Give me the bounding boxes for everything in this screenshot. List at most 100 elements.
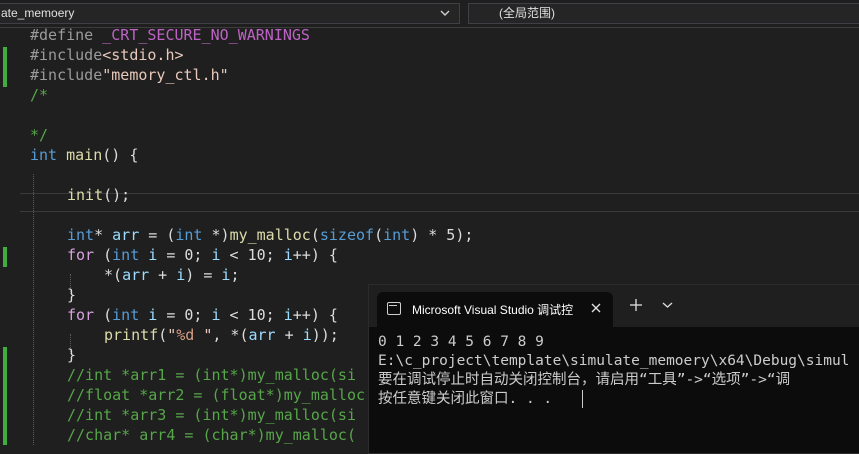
punctuation: ( — [94, 246, 113, 264]
variable: arr — [248, 326, 276, 344]
console-tab-title: Microsoft Visual Studio 调试控 — [412, 303, 574, 317]
file-dropdown[interactable]: ate_memoery — [0, 3, 460, 24]
code-line-malloc[interactable]: int* arr = (int *)my_malloc(sizeof(int) … — [67, 225, 473, 245]
punctuation: * — [94, 226, 113, 244]
punctuation: ; — [230, 266, 240, 284]
terminal-icon — [387, 302, 401, 315]
code-line-close-brace[interactable]: } — [67, 345, 76, 365]
code-line-close-brace[interactable]: } — [67, 285, 76, 305]
punctuation: < 10; — [220, 246, 284, 264]
keyword: int — [112, 306, 140, 324]
preprocessor-directive: #include — [30, 46, 103, 64]
variable: i — [211, 246, 221, 264]
chevron-down-icon — [440, 10, 450, 16]
code-line-main[interactable]: int main() { — [30, 145, 138, 165]
punctuation: = ( — [139, 226, 176, 244]
punctuation: )); — [311, 326, 339, 344]
keyword: int — [383, 226, 411, 244]
variable: i — [302, 326, 312, 344]
console-output-line: 0 1 2 3 4 5 6 7 8 9 — [378, 334, 544, 350]
variable: i — [148, 306, 158, 324]
chevron-down-icon[interactable] — [662, 301, 673, 309]
scope-dropdown[interactable]: (全局范围) — [468, 3, 859, 24]
code-line-for-loop-1[interactable]: for (int i = 0; i < 10; i++) { — [67, 245, 338, 265]
change-marker — [3, 47, 7, 87]
include-path: <stdio.h> — [102, 46, 184, 64]
punctuation — [139, 246, 148, 264]
code-line-for-loop-2[interactable]: for (int i = 0; i < 10; i++) { — [67, 305, 338, 325]
punctuation: *( — [104, 266, 123, 284]
variable: i — [176, 266, 186, 284]
code-line-comment[interactable]: //int *arr1 = (int*)my_malloc(si — [67, 365, 356, 385]
code-line-assign[interactable]: *(arr + i) = i; — [104, 265, 239, 285]
punctuation: () { — [102, 146, 139, 164]
punctuation: ++) { — [292, 246, 338, 264]
code-line-comment-close[interactable]: */ — [30, 125, 48, 145]
code-line-comment[interactable]: //char* arr4 = (char*)my_malloc( — [67, 425, 356, 445]
code-line-comment[interactable]: //int *arr3 = (int*)my_malloc(si — [67, 405, 356, 425]
console-output-line: 要在调试停止时自动关闭控制台，请启用“工具”->“选项”->“调 — [378, 372, 791, 388]
current-line-highlight — [20, 193, 859, 212]
console-tab-strip: Microsoft Visual Studio 调试控 — [369, 285, 859, 327]
string-literal: " — [194, 326, 213, 344]
preprocessor-directive: #define — [30, 27, 103, 44]
close-icon[interactable] — [590, 302, 602, 314]
change-marker — [3, 247, 7, 267]
text-cursor — [582, 390, 583, 408]
code-line-include-stdio[interactable]: #include<stdio.h> — [30, 45, 184, 65]
punctuation: + — [149, 266, 177, 284]
format-specifier: %d — [176, 326, 195, 344]
punctuation: ( — [310, 226, 320, 244]
punctuation: *) — [202, 226, 230, 244]
keyword: int — [67, 226, 95, 244]
macro-name: _CRT_SECURE_NO_WARNINGS — [102, 27, 310, 44]
include-path: "memory_ctl.h" — [102, 66, 229, 84]
function-name: init — [67, 186, 104, 204]
keyword: int — [112, 246, 140, 264]
punctuation: , *( — [212, 326, 249, 344]
variable: arr — [112, 226, 140, 244]
punctuation: ) * 5); — [410, 226, 474, 244]
control-keyword: for — [67, 246, 95, 264]
console-output-line: 按任意键关闭此窗口. . . — [378, 391, 553, 407]
punctuation: ( — [94, 306, 113, 324]
keyword: int — [30, 146, 58, 164]
control-keyword: for — [67, 306, 95, 324]
punctuation: ( — [158, 326, 168, 344]
punctuation: + — [275, 326, 303, 344]
punctuation: (); — [103, 186, 131, 204]
punctuation: ) = — [185, 266, 222, 284]
keyword: sizeof — [319, 226, 375, 244]
function-name: my_malloc — [229, 226, 311, 244]
console-output-line: E:\c_project\template\simulate_memoery\x… — [378, 353, 850, 369]
keyword: int — [175, 226, 203, 244]
debug-console-window[interactable]: Microsoft Visual Studio 调试控 0 1 2 3 4 5 … — [368, 284, 859, 454]
file-dropdown-label: ate_memoery — [1, 6, 75, 20]
variable: arr — [122, 266, 150, 284]
punctuation: < 10; — [220, 306, 284, 324]
code-line-define[interactable]: #define _CRT_SECURE_NO_WARNINGS — [30, 27, 310, 45]
punctuation: ++) { — [292, 306, 338, 324]
string-literal: " — [167, 326, 177, 344]
variable: i — [283, 306, 293, 324]
indent-guide — [33, 174, 34, 445]
code-line-comment-open[interactable]: /* — [30, 85, 48, 105]
punctuation: ( — [374, 226, 384, 244]
punctuation: = 0; — [157, 306, 212, 324]
punctuation — [139, 306, 148, 324]
plus-icon[interactable] — [629, 298, 643, 312]
preprocessor-directive: #include — [30, 66, 103, 84]
code-line-comment[interactable]: //float *arr2 = (float*)my_malloc — [67, 385, 365, 405]
variable: i — [148, 246, 158, 264]
code-line-printf[interactable]: printf("%d ", *(arr + i)); — [104, 325, 339, 345]
variable: i — [283, 246, 293, 264]
punctuation: = 0; — [157, 246, 212, 264]
code-line-init[interactable]: init(); — [67, 185, 130, 205]
function-name: main — [66, 146, 103, 164]
function-name: printf — [104, 326, 159, 344]
scope-dropdown-label: (全局范围) — [499, 6, 555, 20]
change-marker — [3, 347, 7, 445]
variable: i — [211, 306, 221, 324]
console-tab[interactable]: Microsoft Visual Studio 调试控 — [377, 292, 613, 327]
code-line-include-memory[interactable]: #include"memory_ctl.h" — [30, 65, 229, 85]
